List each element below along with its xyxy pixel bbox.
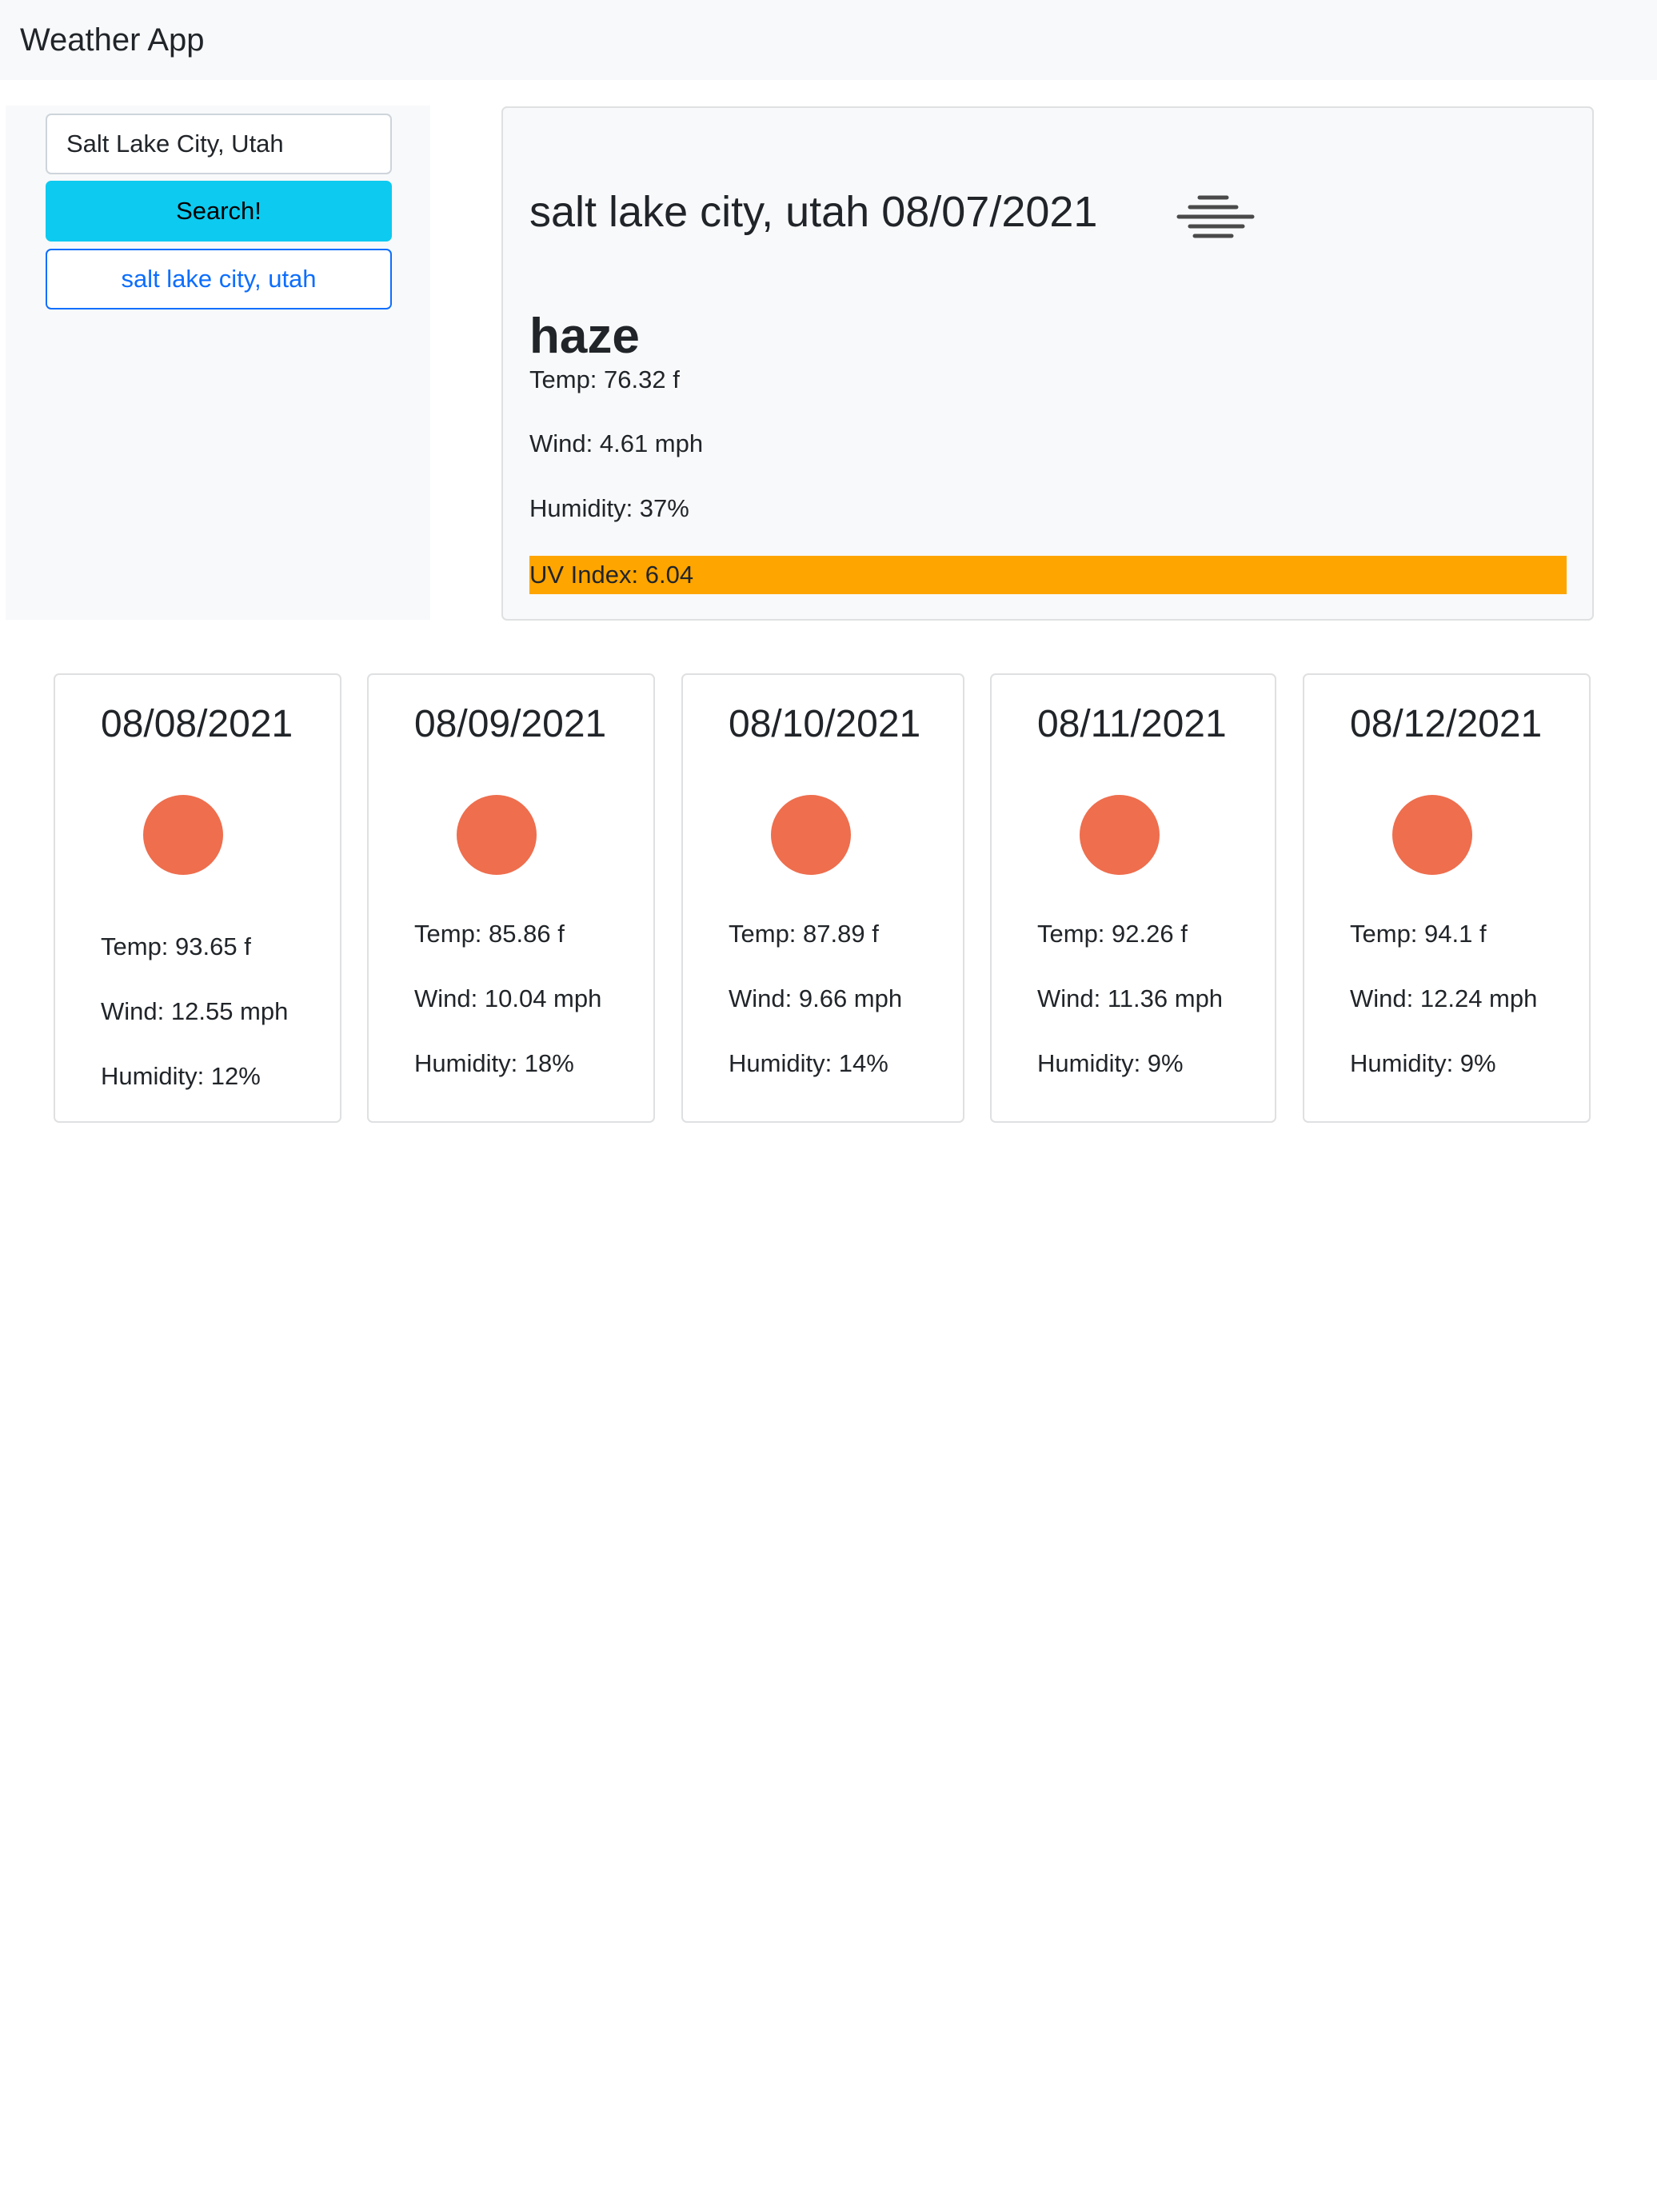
- current-temp: Temp: 76.32 f: [529, 365, 680, 393]
- current-weather-card: salt lake city, utah 08/07/2021 haze Tem…: [501, 106, 1594, 621]
- forecast-wind: Wind: 9.66 mph: [729, 984, 903, 1012]
- uv-index-bar: UV Index: 6.04: [529, 556, 1567, 594]
- app-title[interactable]: Weather App: [20, 21, 205, 59]
- forecast-wind: Wind: 12.55 mph: [101, 997, 289, 1025]
- forecast-wind: Wind: 11.36 mph: [1037, 984, 1224, 1012]
- forecast-temp: Temp: 93.65 f: [101, 932, 251, 960]
- forecast-date: 08/08/2021: [101, 703, 293, 745]
- forecast-date: 08/12/2021: [1350, 703, 1543, 745]
- forecast-temp: Temp: 94.1 f: [1350, 920, 1487, 948]
- history-button-salt-lake-city[interactable]: salt lake city, utah: [46, 249, 392, 309]
- forecast-temp: Temp: 92.26 f: [1037, 920, 1188, 948]
- forecast-humidity: Humidity: 9%: [1037, 1049, 1184, 1077]
- forecast-humidity: Humidity: 12%: [101, 1062, 261, 1090]
- current-condition: haze: [529, 309, 640, 364]
- forecast-humidity: Humidity: 18%: [414, 1049, 574, 1077]
- current-wind: Wind: 4.61 mph: [529, 429, 704, 457]
- current-humidity: Humidity: 37%: [529, 494, 689, 522]
- search-sidebar: Search! salt lake city, utah: [6, 106, 430, 620]
- sun-icon: [771, 795, 851, 875]
- forecast-temp: Temp: 85.86 f: [414, 920, 565, 948]
- sun-icon: [457, 795, 537, 875]
- forecast-card: 08/08/2021 Temp: 93.65 f Wind: 12.55 mph…: [54, 673, 341, 1123]
- forecast-date: 08/09/2021: [414, 703, 607, 745]
- forecast-card: 08/11/2021 Temp: 92.26 f Wind: 11.36 mph…: [990, 673, 1276, 1123]
- forecast-card: 08/09/2021 Temp: 85.86 f Wind: 10.04 mph…: [367, 673, 655, 1123]
- haze-icon: [1176, 195, 1255, 238]
- sun-icon: [1080, 795, 1160, 875]
- forecast-date: 08/10/2021: [729, 703, 921, 745]
- forecast-wind: Wind: 12.24 mph: [1350, 984, 1538, 1012]
- forecast-card: 08/10/2021 Temp: 87.89 f Wind: 9.66 mph …: [681, 673, 964, 1123]
- current-city-date: salt lake city, utah 08/07/2021: [529, 188, 1098, 236]
- uv-index-text: UV Index: 6.04: [529, 561, 694, 589]
- city-search-input[interactable]: [46, 114, 392, 174]
- sun-icon: [1392, 795, 1472, 875]
- forecast-temp: Temp: 87.89 f: [729, 920, 879, 948]
- forecast-humidity: Humidity: 9%: [1350, 1049, 1496, 1077]
- forecast-wind: Wind: 10.04 mph: [414, 984, 602, 1012]
- navbar: Weather App: [0, 0, 1657, 80]
- forecast-date: 08/11/2021: [1037, 703, 1227, 745]
- search-button[interactable]: Search!: [46, 181, 392, 242]
- sun-icon: [143, 795, 223, 875]
- forecast-humidity: Humidity: 14%: [729, 1049, 888, 1077]
- forecast-card: 08/12/2021 Temp: 94.1 f Wind: 12.24 mph …: [1303, 673, 1591, 1123]
